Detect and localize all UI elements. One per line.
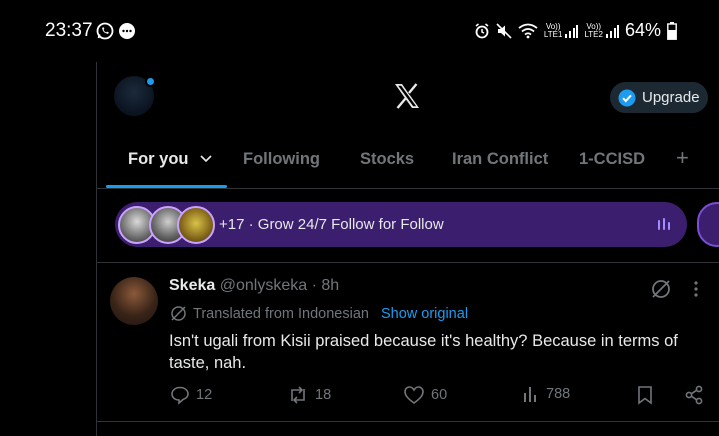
whatsapp-icon bbox=[96, 22, 114, 40]
bookmark-button[interactable] bbox=[636, 385, 654, 405]
post-header: Skeka @onlyskeka · 8h bbox=[169, 277, 339, 295]
tab-for-you[interactable]: For you bbox=[128, 150, 213, 169]
post-author-handle[interactable]: @onlyskeka bbox=[220, 277, 307, 294]
tab-iran-conflict[interactable]: Iran Conflict bbox=[452, 150, 548, 169]
views-chart-icon bbox=[524, 387, 536, 402]
alarm-icon bbox=[475, 22, 489, 38]
grok-icon[interactable] bbox=[650, 278, 672, 300]
battery-percent: 64% bbox=[624, 20, 661, 40]
timeline-tabs: For you Following Stocks Iran Conflict 1… bbox=[97, 138, 719, 188]
translation-note: Translated from Indonesian Show original bbox=[170, 305, 468, 322]
reply-button[interactable]: 12 bbox=[170, 385, 212, 405]
divider bbox=[97, 262, 719, 263]
post-text: Isn't ugali from Kisii praised because i… bbox=[169, 332, 678, 372]
notification-dot bbox=[145, 76, 156, 87]
more-options-icon[interactable] bbox=[688, 278, 704, 300]
next-space-banner[interactable] bbox=[697, 202, 719, 247]
banner-text: +17 · Grow 24/7 Follow for Follow bbox=[219, 216, 444, 233]
banner-avatars bbox=[115, 202, 219, 247]
mute-icon bbox=[496, 22, 512, 39]
add-tab-icon[interactable]: + bbox=[676, 145, 689, 171]
status-right: Vo)) LTE1 Vo)) LTE2 64% bbox=[474, 20, 677, 41]
tab-1-ccisd[interactable]: 1-CCISD bbox=[579, 150, 645, 169]
left-rail-divider bbox=[96, 62, 97, 436]
repost-count: 18 bbox=[315, 387, 332, 403]
post-time: · 8h bbox=[311, 277, 340, 294]
tab-stocks[interactable]: Stocks bbox=[360, 150, 414, 169]
like-count: 60 bbox=[431, 387, 448, 403]
reply-icon bbox=[171, 386, 189, 405]
tabs-divider bbox=[97, 188, 719, 189]
like-button[interactable]: 60 bbox=[403, 385, 447, 405]
divider bbox=[97, 421, 719, 422]
upgrade-button[interactable]: Upgrade bbox=[610, 82, 708, 113]
share-button[interactable] bbox=[684, 385, 704, 405]
upgrade-label: Upgrade bbox=[642, 89, 700, 106]
view-count: 788 bbox=[546, 386, 571, 402]
sim2-indicator: Vo)) LTE2 bbox=[584, 22, 619, 39]
status-bar: 23:37 Vo)) LTE1 Vo)) LTE2 64% bbox=[0, 0, 719, 62]
live-space-banner[interactable]: +17 · Grow 24/7 Follow for Follow bbox=[115, 202, 687, 247]
x-logo-icon[interactable] bbox=[393, 82, 421, 110]
audio-bars-icon bbox=[658, 218, 670, 230]
clock: 23:37 bbox=[45, 20, 93, 41]
translated-from-label: Translated from Indonesian bbox=[193, 305, 369, 322]
post-author-avatar[interactable] bbox=[110, 277, 158, 325]
tab-label: For you bbox=[128, 150, 189, 168]
heart-icon bbox=[404, 386, 424, 404]
tab-following[interactable]: Following bbox=[243, 150, 320, 169]
reply-count: 12 bbox=[196, 387, 213, 403]
post-author-name[interactable]: Skeka bbox=[169, 277, 215, 294]
signal-icon bbox=[565, 24, 579, 38]
chat-bubble-icon bbox=[119, 23, 135, 39]
status-notification-icons bbox=[96, 22, 136, 40]
profile-avatar-button[interactable] bbox=[114, 76, 156, 118]
bookmark-icon bbox=[638, 386, 652, 405]
repost-icon bbox=[291, 386, 305, 404]
wifi-icon bbox=[518, 23, 538, 38]
verified-badge-icon bbox=[618, 89, 636, 106]
sim1-indicator: Vo)) LTE1 bbox=[544, 22, 579, 39]
grok-icon bbox=[171, 306, 186, 321]
share-icon bbox=[685, 385, 703, 405]
battery-icon bbox=[667, 21, 677, 40]
show-original-link[interactable]: Show original bbox=[381, 306, 468, 322]
post-actions: 12 18 60 788 bbox=[0, 385, 719, 409]
signal-icon bbox=[605, 24, 619, 38]
views-button[interactable]: 788 bbox=[522, 385, 570, 403]
repost-button[interactable]: 18 bbox=[287, 385, 331, 405]
avatar bbox=[177, 206, 215, 244]
chevron-down-icon bbox=[200, 155, 212, 163]
